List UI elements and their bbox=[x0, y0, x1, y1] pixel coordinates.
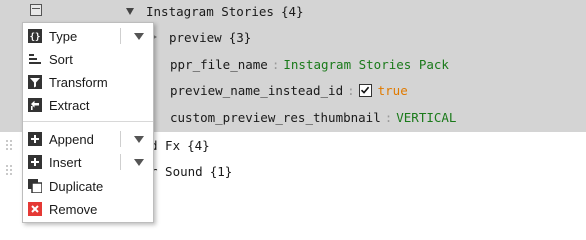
field-key: ppr_file_name bbox=[170, 56, 268, 72]
field-key: custom_preview_res_thumbnail bbox=[170, 109, 381, 125]
field-value[interactable]: Instagram Stories Pack bbox=[283, 57, 449, 72]
node-count: {1} bbox=[209, 163, 233, 179]
node-count: {4} bbox=[187, 137, 210, 153]
menu-item-label: Remove bbox=[49, 201, 98, 217]
field-key: preview_name_instead_id bbox=[170, 82, 344, 98]
key-value-separator: : bbox=[347, 82, 355, 98]
boolean-checkbox[interactable] bbox=[358, 83, 372, 97]
menu-item-extract[interactable]: Extract bbox=[23, 94, 153, 116]
type-icon: {} bbox=[28, 29, 42, 43]
tree-node-preview[interactable]: preview {3} bbox=[150, 27, 251, 47]
menu-item-sort[interactable]: Sort bbox=[23, 48, 153, 70]
menu-item-label: Insert bbox=[49, 154, 82, 170]
menu-item-label: Sort bbox=[49, 51, 73, 67]
key-value-separator: : bbox=[384, 109, 393, 125]
drag-handle-fx[interactable] bbox=[6, 140, 14, 152]
drag-handle-sound[interactable] bbox=[6, 165, 14, 177]
menu-item-remove[interactable]: Remove bbox=[23, 198, 153, 220]
menu-item-label: Append bbox=[49, 131, 94, 147]
menu-item-label: Extract bbox=[49, 97, 90, 113]
tree-node-root[interactable]: Instagram Stories {4} bbox=[126, 1, 304, 21]
submenu-arrow-icon[interactable] bbox=[134, 33, 144, 40]
submenu-divider bbox=[120, 28, 121, 44]
menu-item-label: Transform bbox=[49, 74, 108, 90]
node-key: d Fx bbox=[150, 137, 181, 153]
node-count: {3} bbox=[228, 29, 252, 45]
close-icon bbox=[28, 202, 42, 216]
context-menu: {} Type Sort Transform Extract Append In… bbox=[22, 22, 154, 223]
field-preview-name-instead-id[interactable]: preview_name_instead_id : true bbox=[170, 80, 408, 100]
node-key: preview bbox=[169, 29, 222, 45]
tree-node-sound[interactable]: r Sound {1} bbox=[150, 161, 232, 181]
plus-icon bbox=[28, 155, 42, 169]
field-value: true bbox=[377, 82, 408, 98]
extract-icon bbox=[28, 98, 42, 112]
menu-item-duplicate[interactable]: Duplicate bbox=[23, 175, 153, 197]
field-custom-preview-res-thumbnail[interactable]: custom_preview_res_thumbnail : VERTICAL bbox=[170, 107, 456, 127]
key-value-separator: : bbox=[271, 56, 280, 72]
expand-arrow-icon[interactable] bbox=[126, 7, 134, 15]
menu-item-label: Duplicate bbox=[49, 178, 104, 194]
node-count: {4} bbox=[280, 3, 304, 19]
duplicate-icon bbox=[28, 179, 42, 193]
context-menu-button[interactable] bbox=[30, 4, 42, 16]
node-key: r Sound bbox=[150, 163, 203, 179]
plus-icon bbox=[28, 132, 42, 146]
menu-separator bbox=[23, 121, 153, 122]
submenu-divider bbox=[120, 131, 121, 147]
submenu-divider bbox=[120, 154, 121, 170]
tree-node-fx[interactable]: d Fx {4} bbox=[150, 135, 210, 155]
submenu-arrow-icon[interactable] bbox=[134, 136, 144, 143]
filter-icon bbox=[28, 75, 42, 89]
checkmark-icon bbox=[361, 86, 370, 94]
menu-item-label: Type bbox=[49, 28, 78, 44]
node-key: Instagram Stories bbox=[146, 3, 274, 19]
menu-item-transform[interactable]: Transform bbox=[23, 71, 153, 93]
svg-text:{}: {} bbox=[30, 33, 41, 43]
sort-icon bbox=[28, 52, 42, 66]
submenu-arrow-icon[interactable] bbox=[134, 159, 144, 166]
field-ppr-file-name[interactable]: ppr_file_name : Instagram Stories Pack bbox=[170, 54, 449, 74]
field-value[interactable]: VERTICAL bbox=[396, 110, 456, 125]
